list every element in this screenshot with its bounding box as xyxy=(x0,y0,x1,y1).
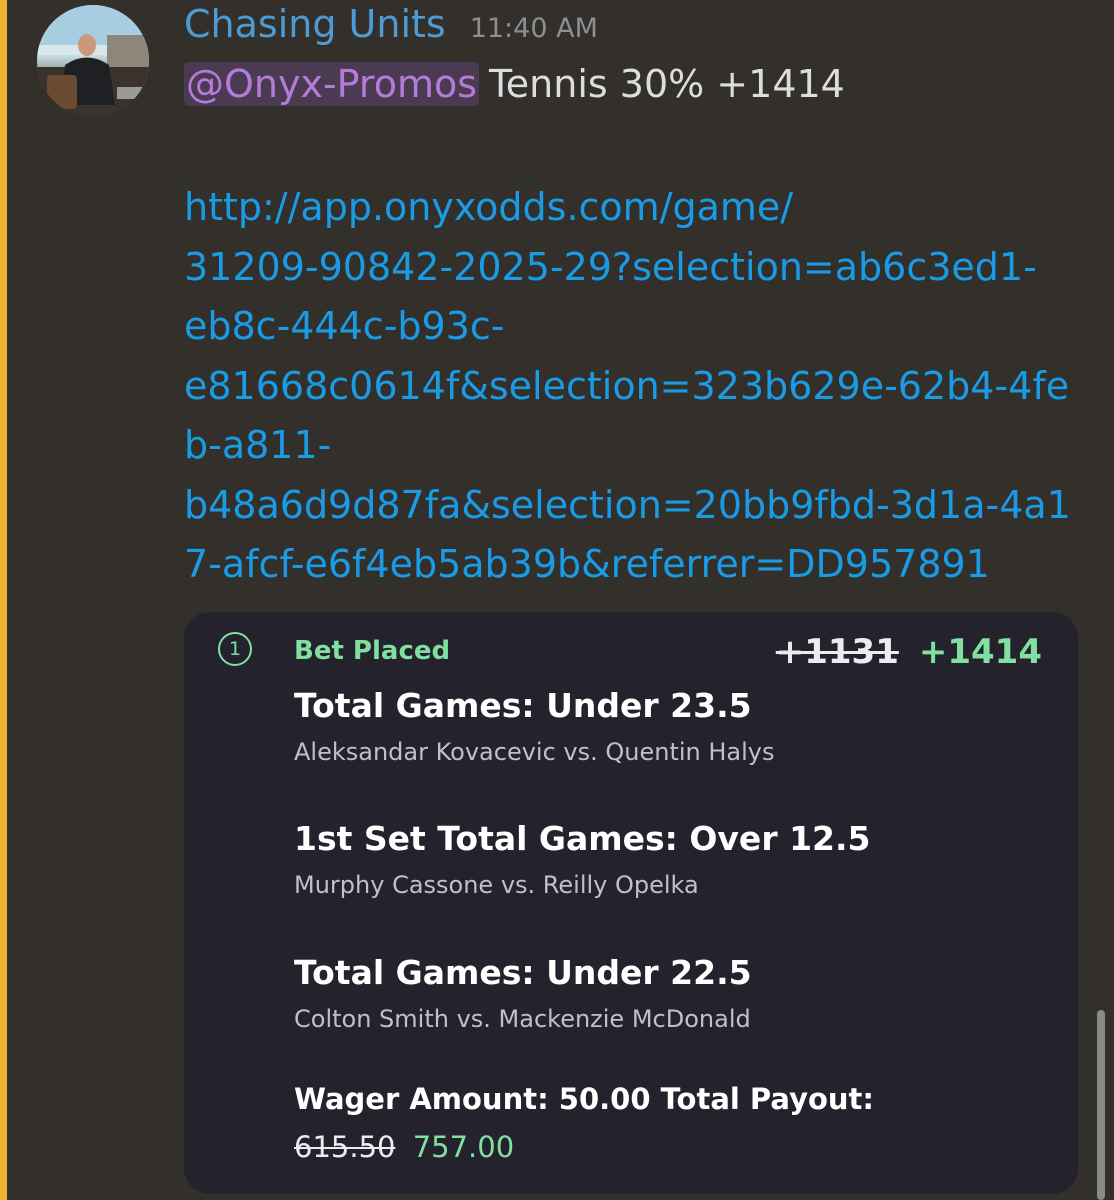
link-line[interactable]: http://app.onyxodds.com/game/ xyxy=(184,178,1084,238)
boosted-payout: 757.00 xyxy=(412,1130,515,1164)
leg-match: Murphy Cassone vs. Reilly Opelka xyxy=(294,871,699,899)
message-timestamp: 11:40 AM xyxy=(469,13,598,44)
leg-title: 1st Set Total Games: Over 12.5 xyxy=(294,819,871,858)
role-mention[interactable]: @Onyx-Promos xyxy=(184,62,480,106)
leg-title: Total Games: Under 22.5 xyxy=(294,953,752,992)
message-content: @Onyx-Promos Tennis 30% +1414 xyxy=(184,58,845,110)
link-line[interactable]: b-a811- xyxy=(184,416,1084,476)
avatar-image xyxy=(37,5,149,117)
bet-status: Bet Placed xyxy=(294,636,451,666)
old-odds: +1131 xyxy=(775,632,899,672)
payout-values: 615.50 757.00 xyxy=(294,1130,514,1164)
link-line[interactable]: b48a6d9d87fa&selection=20bb9fbd-3d1a-4a1 xyxy=(184,476,1084,536)
scrollbar[interactable] xyxy=(1097,1010,1105,1200)
link-line[interactable]: eb8c-444c-b93c- xyxy=(184,297,1084,357)
leg-match: Colton Smith vs. Mackenzie McDonald xyxy=(294,1005,751,1033)
wager-summary: Wager Amount: 50.00 Total Payout: xyxy=(294,1082,875,1116)
message-text: Tennis 30% +1414 xyxy=(489,62,845,106)
leg-count-icon: 1 xyxy=(218,632,252,666)
link-line[interactable]: e81668c0614f&selection=323b629e-62b4-4fe xyxy=(184,357,1084,417)
odds-display: +1131 +1414 xyxy=(776,630,1042,674)
boosted-odds: +1414 xyxy=(918,632,1042,672)
old-payout: 615.50 xyxy=(294,1130,396,1164)
leg-title: Total Games: Under 23.5 xyxy=(294,686,752,725)
avatar[interactable] xyxy=(37,5,149,117)
link-line[interactable]: 7-afcf-e6f4eb5ab39b&referrer=DD957891 xyxy=(184,535,1084,595)
message-highlight-bar xyxy=(0,0,7,1200)
link-line[interactable]: 31209-90842-2025-29?selection=ab6c3ed1- xyxy=(184,238,1084,298)
message-header: Chasing Units 11:40 AM xyxy=(184,2,598,48)
game-link[interactable]: http://app.onyxodds.com/game/ 31209-9084… xyxy=(184,178,1084,595)
leg-match: Aleksandar Kovacevic vs. Quentin Halys xyxy=(294,738,775,766)
author-name[interactable]: Chasing Units xyxy=(184,2,446,46)
leg-count: 1 xyxy=(228,638,242,660)
